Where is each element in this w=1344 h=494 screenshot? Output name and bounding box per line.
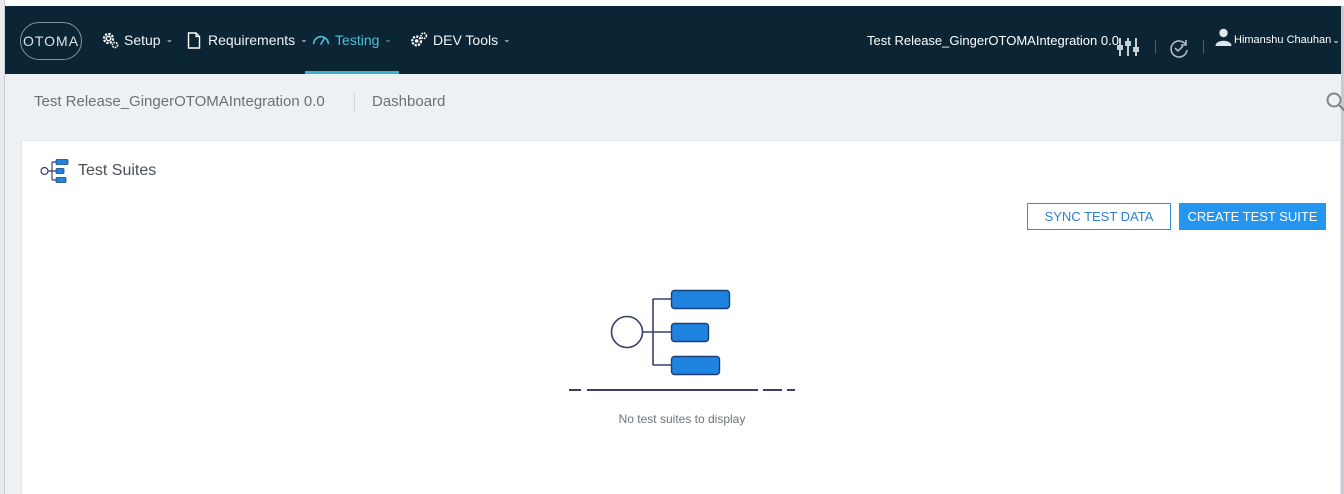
breadcrumb-divider — [354, 93, 355, 111]
breadcrumb-page: Dashboard — [372, 93, 446, 110]
panel-header: Test Suites — [40, 159, 156, 183]
chevron-down-icon: ⌄ — [1332, 34, 1340, 45]
nav-testing[interactable]: Testing ⌄ — [305, 6, 399, 74]
gear-icon — [101, 31, 119, 49]
chevron-down-icon: ⌄ — [165, 33, 174, 44]
chevron-down-icon: ⌄ — [503, 33, 511, 44]
empty-state-message: No test suites to display — [618, 412, 746, 426]
otoma-logo[interactable]: OTOMA — [20, 22, 82, 60]
document-icon — [185, 31, 203, 49]
user-name: Himanshu Chauhan — [1234, 34, 1332, 46]
nav-setup[interactable]: Setup ⌄ — [101, 6, 173, 74]
empty-state-illustration — [567, 283, 802, 403]
create-test-suite-button[interactable]: CREATE TEST SUITE — [1179, 203, 1326, 230]
app-window: OTOMA Setup ⌄ Requirements ⌄ Testing ⌄ D… — [5, 6, 1344, 494]
test-suites-panel: Test Suites SYNC TEST DATA CREATE TEST S… — [21, 140, 1341, 494]
nav-testing-label: Testing — [335, 32, 380, 48]
gauge-icon — [312, 31, 330, 49]
filter-sliders-icon[interactable] — [1116, 35, 1140, 59]
top-navbar: OTOMA Setup ⌄ Requirements ⌄ Testing ⌄ D… — [5, 6, 1341, 74]
nav-requirements-label: Requirements — [208, 32, 296, 48]
chevron-down-icon: ⌄ — [384, 33, 392, 44]
sync-test-data-button[interactable]: SYNC TEST DATA — [1027, 203, 1171, 230]
toolbar-divider — [1203, 40, 1204, 54]
nav-setup-label: Setup — [124, 32, 161, 48]
current-release[interactable]: Test Release_GingerOTOMAIntegration 0.0 — [867, 6, 1119, 74]
gears-icon — [410, 31, 428, 49]
user-avatar-icon — [1215, 28, 1232, 46]
nav-requirements[interactable]: Requirements ⌄ — [185, 6, 308, 74]
breadcrumb-release[interactable]: Test Release_GingerOTOMAIntegration 0.0 — [34, 93, 325, 110]
toolbar-divider — [1155, 40, 1156, 54]
search-icon[interactable] — [1325, 91, 1344, 113]
sync-icon[interactable] — [1167, 36, 1191, 60]
nav-dev-tools-label: DEV Tools — [433, 32, 499, 48]
tree-structure-icon — [40, 158, 70, 184]
panel-title: Test Suites — [78, 162, 157, 179]
breadcrumb: Test Release_GingerOTOMAIntegration 0.0 … — [5, 74, 1344, 134]
user-menu[interactable]: Himanshu Chauhan ⌄ — [1215, 6, 1340, 74]
nav-dev-tools[interactable]: DEV Tools ⌄ — [410, 6, 511, 74]
